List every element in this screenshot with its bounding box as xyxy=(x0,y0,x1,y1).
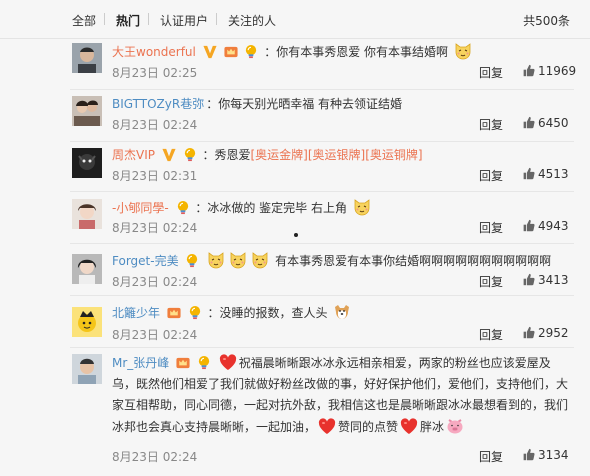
comment-filter-tabs: 全部 热门 认证用户 关注的人 共500条 xyxy=(0,0,590,39)
comment-text: ：你有本事秀恩爱 你有本事结婚啊 xyxy=(264,45,449,59)
comment-text: ：冰冰做的 鉴定完毕 右上角 xyxy=(195,201,347,215)
username[interactable]: -小郇同學- xyxy=(112,201,169,215)
comment-date: 8月23日 02:24 xyxy=(112,221,198,235)
reply-button[interactable]: 回复 xyxy=(479,326,503,343)
comment-item: BIGTTOZyR巷弥 ：你每天别光晒幸福 有种去领证结婚 8月23日 02:24… xyxy=(0,90,590,142)
comment-text: 胖冰 xyxy=(420,420,445,434)
comment-date: 8月23日 02:24 xyxy=(112,118,198,132)
tab-verified-users[interactable]: 认证用户 xyxy=(160,12,208,29)
pig-emoji-icon xyxy=(445,416,465,436)
fan-bulb-icon xyxy=(187,305,203,320)
like-count: 6450 xyxy=(538,116,569,130)
reply-button[interactable]: 回复 xyxy=(479,64,503,81)
reply-button[interactable]: 回复 xyxy=(479,448,503,465)
thumbs-up-icon xyxy=(522,448,535,461)
heart-emoji-icon xyxy=(318,418,336,435)
emoji-tag-bronze[interactable]: [奥运铜牌] xyxy=(365,148,422,162)
emoji-tag-silver[interactable]: [奥运银牌] xyxy=(308,148,365,162)
thumbs-up-icon xyxy=(522,273,535,286)
tab-divider xyxy=(148,13,149,25)
comment-item: 北籬少年 ：没睡的报数，查人头 8月23日 02:24 回复 2952 xyxy=(0,296,590,348)
tab-hot[interactable]: 热门 xyxy=(116,12,140,29)
comment-item: Forget-完美 有本事秀恩爱有本事你结婚啊啊啊啊啊啊啊啊啊啊啊 8月23日 … xyxy=(0,244,590,296)
cat-emoji-icon xyxy=(228,250,248,270)
username[interactable]: BIGTTOZyR巷弥 xyxy=(112,97,204,111)
like-button[interactable]: 6450 xyxy=(522,116,569,130)
comment-item: 周杰VIP ：秀恩爱[奥运金牌][奥运银牌][奥运铜牌] 8月23日 02:31… xyxy=(0,142,590,192)
comment-text: 有本事秀恩爱有本事你结婚啊啊啊啊啊啊啊啊啊啊啊 xyxy=(275,254,552,268)
like-count: 3413 xyxy=(538,273,569,287)
username[interactable]: 大王wonderful xyxy=(112,45,196,59)
heart-emoji-icon xyxy=(219,354,237,371)
verified-v-icon xyxy=(202,44,218,59)
tab-all[interactable]: 全部 xyxy=(72,12,96,29)
fan-bulb-icon xyxy=(196,355,212,370)
reply-button[interactable]: 回复 xyxy=(479,219,503,236)
thumbs-up-icon xyxy=(522,326,535,339)
comment-item: 大王wonderful ：你有本事秀恩爱 你有本事结婚啊 8月23日 02:25… xyxy=(0,38,590,90)
like-button[interactable]: 3134 xyxy=(522,448,569,462)
member-crown-icon xyxy=(223,44,239,59)
avatar[interactable] xyxy=(72,307,102,337)
avatar[interactable] xyxy=(72,199,102,229)
like-count: 4943 xyxy=(538,219,569,233)
cat-emoji-icon xyxy=(453,41,473,61)
member-crown-icon xyxy=(175,355,191,370)
like-count: 3134 xyxy=(538,448,569,462)
avatar[interactable] xyxy=(72,43,102,73)
comment-date: 8月23日 02:25 xyxy=(112,66,198,80)
like-button[interactable]: 4943 xyxy=(522,219,569,233)
cat-emoji-icon xyxy=(206,250,226,270)
dog-emoji-icon xyxy=(332,302,352,322)
tab-divider xyxy=(104,13,105,25)
tab-divider xyxy=(216,13,217,25)
thumbs-up-icon xyxy=(522,64,535,77)
like-count: 11969 xyxy=(538,64,577,78)
like-button[interactable]: 11969 xyxy=(522,64,576,78)
avatar[interactable] xyxy=(72,148,102,178)
like-button[interactable]: 4513 xyxy=(522,167,569,181)
comment-text: ：你每天别光晒幸福 有种去领证结婚 xyxy=(206,97,403,111)
username[interactable]: 北籬少年 xyxy=(112,306,160,320)
fan-bulb-icon xyxy=(175,200,191,215)
cat-emoji-icon xyxy=(352,197,372,217)
member-crown-icon xyxy=(166,305,182,320)
comment-date: 8月23日 02:24 xyxy=(112,275,198,289)
like-button[interactable]: 2952 xyxy=(522,326,569,340)
like-count: 2952 xyxy=(538,326,569,340)
fan-bulb-icon xyxy=(182,147,198,162)
comment-text: ：秀恩爱 xyxy=(202,148,251,162)
reply-button[interactable]: 回复 xyxy=(479,273,503,290)
like-button[interactable]: 3413 xyxy=(522,273,569,287)
fan-bulb-icon xyxy=(243,44,259,59)
comment-text: 赞同的点赞 xyxy=(338,420,399,434)
comment-date: 8月23日 02:31 xyxy=(112,169,198,183)
username[interactable]: 周杰VIP xyxy=(112,148,155,162)
like-count: 4513 xyxy=(538,167,569,181)
avatar[interactable] xyxy=(72,96,102,126)
avatar[interactable] xyxy=(72,354,102,384)
comment-text: ：没睡的报数，查人头 xyxy=(207,306,328,320)
avatar[interactable] xyxy=(72,254,102,284)
comment-date: 8月23日 02:24 xyxy=(112,328,198,342)
username[interactable]: Forget-完美 xyxy=(112,254,179,268)
reply-button[interactable]: 回复 xyxy=(479,116,503,133)
cat-emoji-icon xyxy=(250,250,270,270)
cursor-dot xyxy=(294,233,298,237)
fan-bulb-icon xyxy=(184,253,200,268)
comment-date: 8月23日 02:24 xyxy=(112,450,198,464)
emoji-tag-gold[interactable]: [奥运金牌] xyxy=(251,148,308,162)
username[interactable]: Mr_张丹峰 xyxy=(112,356,169,370)
comment-count: 共500条 xyxy=(523,14,570,28)
verified-v-icon xyxy=(161,147,177,162)
thumbs-up-icon xyxy=(522,116,535,129)
thumbs-up-icon xyxy=(522,167,535,180)
thumbs-up-icon xyxy=(522,219,535,232)
comment-item: Mr_张丹峰 祝福晨晰晰跟冰冰永远相亲相爱，两家的粉丝也应该爱屋及乌，既然他们相… xyxy=(0,348,590,476)
reply-button[interactable]: 回复 xyxy=(479,167,503,184)
heart-emoji-icon xyxy=(400,418,418,435)
tab-following[interactable]: 关注的人 xyxy=(228,12,276,29)
